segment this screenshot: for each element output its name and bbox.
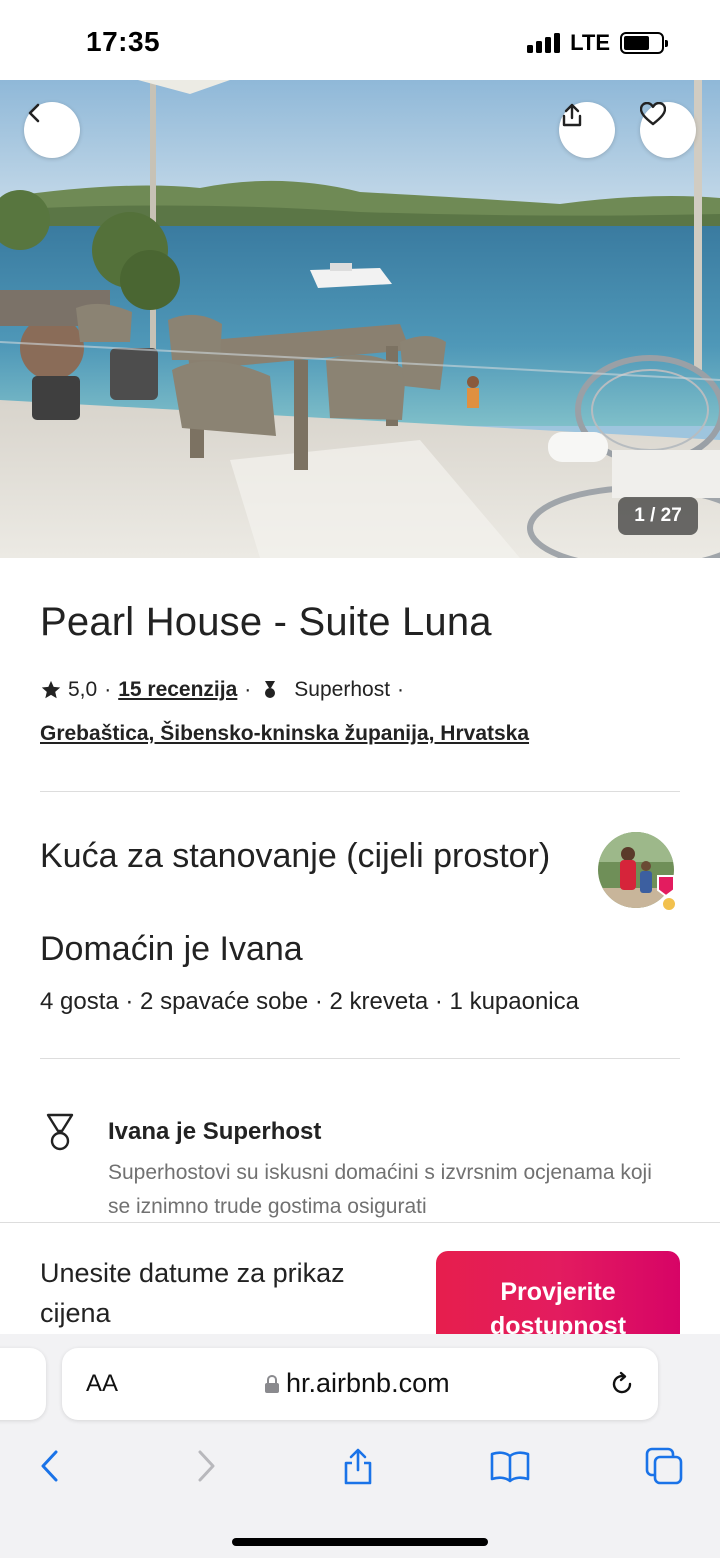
- back-chevron-icon: [28, 103, 40, 123]
- url-text: hr.airbnb.com: [286, 1368, 450, 1398]
- rating-row: 5,0 · 15 recenzija · Superhost ·: [40, 678, 411, 702]
- book-icon: [490, 1451, 530, 1483]
- address-bar[interactable]: AA hr.airbnb.com: [62, 1348, 658, 1420]
- signal-icon: [527, 33, 561, 53]
- check-availability-button[interactable]: Provjerite dostupnost: [436, 1251, 680, 1334]
- location-link[interactable]: Grebaštica, Šibensko-kninska županija, H…: [40, 722, 529, 746]
- superhost-highlight-description: Superhostovi su iskusni domaćini s izvrs…: [108, 1161, 652, 1218]
- host-avatar[interactable]: [598, 832, 680, 914]
- photo-counter: 1 / 27: [618, 497, 698, 535]
- listing-title: Pearl House - Suite Luna: [40, 600, 492, 644]
- status-time: 17:35: [86, 26, 161, 57]
- chevron-left-icon: [41, 1450, 58, 1482]
- guest-capacity-info: 4 gosta · 2 spavaće sobe · 2 kreveta · 1…: [40, 988, 579, 1015]
- star-icon: [41, 680, 61, 699]
- browser-share-button[interactable]: [336, 1444, 380, 1488]
- separator-dot: ·: [397, 678, 405, 701]
- bookmarks-button[interactable]: [488, 1444, 532, 1488]
- status-bar: 17:35 LTE: [0, 0, 720, 80]
- browser-toolbar: AA hr.airbnb.com: [0, 1334, 720, 1558]
- share-button[interactable]: [559, 102, 615, 158]
- network-label: LTE: [570, 30, 610, 55]
- divider: [40, 791, 680, 792]
- host-heading: Domaćin je Ivana: [40, 930, 303, 968]
- url-display[interactable]: hr.airbnb.com: [264, 1368, 450, 1399]
- reload-icon[interactable]: [608, 1370, 636, 1398]
- chevron-right-icon: [198, 1450, 215, 1482]
- tabs-button[interactable]: [642, 1444, 686, 1488]
- text-size-button[interactable]: AA: [86, 1370, 118, 1398]
- browser-nav-row: [0, 1444, 720, 1494]
- tabs-icon: [645, 1447, 683, 1485]
- date-prompt[interactable]: Unesite datume za prikaz cijena: [40, 1253, 420, 1333]
- back-button[interactable]: [24, 102, 80, 158]
- property-type-heading: Kuća za stanovanje (cijeli prostor): [40, 837, 551, 875]
- superhost-label: Superhost: [294, 678, 391, 701]
- previous-tab-preview[interactable]: [0, 1348, 46, 1420]
- listing-photo-gallery[interactable]: 1 / 27: [0, 80, 720, 558]
- listing-photo: [0, 80, 720, 558]
- text-size-label: AA: [86, 1370, 119, 1397]
- booking-bar: Unesite datume za prikaz cijena Provjeri…: [0, 1222, 720, 1334]
- status-indicators: LTE: [527, 30, 668, 56]
- browser-back-button[interactable]: [28, 1444, 72, 1488]
- rating-value: 5,0: [68, 678, 98, 701]
- battery-icon: [620, 32, 668, 54]
- home-indicator[interactable]: [232, 1538, 488, 1546]
- browser-forward-button[interactable]: [184, 1444, 228, 1488]
- superhost-badge-icon: [46, 1113, 74, 1151]
- superhost-medal-icon: [265, 681, 276, 698]
- divider: [40, 1058, 680, 1059]
- lock-icon: [265, 1374, 279, 1393]
- save-to-wishlist-button[interactable]: [640, 102, 696, 158]
- separator-dot: ·: [244, 678, 252, 701]
- heart-icon: [640, 102, 666, 126]
- superhost-highlight-title: Ivana je Superhost: [108, 1118, 322, 1145]
- separator-dot: ·: [104, 678, 112, 701]
- share-icon: [562, 103, 582, 127]
- share-icon: [344, 1448, 372, 1485]
- reviews-link[interactable]: 15 recenzija: [118, 678, 237, 702]
